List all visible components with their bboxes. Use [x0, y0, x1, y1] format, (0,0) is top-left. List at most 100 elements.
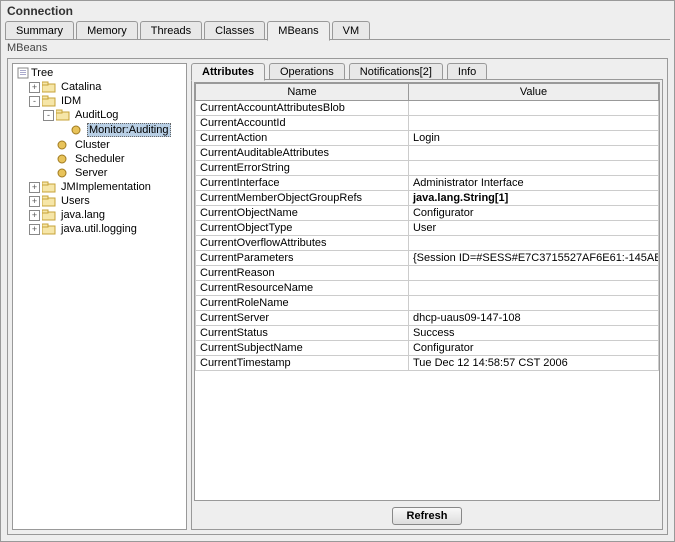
folder-icon: [42, 181, 56, 193]
table-row[interactable]: CurrentMemberObjectGroupRefsjava.lang.St…: [196, 191, 659, 206]
refresh-button[interactable]: Refresh: [392, 507, 463, 525]
attr-value: [408, 101, 658, 116]
tree-icon: [17, 67, 31, 79]
attr-name: CurrentTimestamp: [196, 356, 409, 371]
attr-value: dhcp-uaus09-147-108: [408, 311, 658, 326]
folder-icon: [42, 209, 56, 221]
tree-toggle-icon[interactable]: +: [29, 196, 40, 207]
attr-name: CurrentObjectName: [196, 206, 409, 221]
tree-node-java-lang[interactable]: +java.lang: [15, 208, 184, 222]
attributes-table-scroll[interactable]: Name Value CurrentAccountAttributesBlobC…: [194, 82, 660, 501]
bean-icon: [56, 167, 70, 179]
tree-toggle-icon[interactable]: +: [29, 82, 40, 93]
attr-name: CurrentObjectType: [196, 221, 409, 236]
window-title: Connection: [1, 1, 674, 21]
attr-name: CurrentSubjectName: [196, 341, 409, 356]
tree-node-label: JMImplementation: [59, 181, 153, 193]
attributes-panel: Name Value CurrentAccountAttributesBlobC…: [191, 80, 663, 530]
attr-value: {Session ID=#SESS#E7C3715527AF6E61:-145A…: [408, 251, 658, 266]
attr-value: Success: [408, 326, 658, 341]
tree-toggle-icon[interactable]: +: [29, 182, 40, 193]
tree-root: Tree +Catalina-IDM-AuditLogMonitor:Audit…: [13, 64, 186, 238]
attr-name: CurrentInterface: [196, 176, 409, 191]
tree-root-label: Tree: [31, 67, 53, 79]
table-row[interactable]: CurrentAccountAttributesBlob: [196, 101, 659, 116]
attr-name: CurrentErrorString: [196, 161, 409, 176]
tree-node-catalina[interactable]: +Catalina: [15, 80, 184, 94]
table-row[interactable]: CurrentObjectTypeUser: [196, 221, 659, 236]
tree-node-cluster[interactable]: Cluster: [15, 138, 184, 152]
tree-node-label: IDM: [59, 95, 83, 107]
folder-icon: [42, 95, 56, 107]
tree-toggle-icon[interactable]: +: [29, 224, 40, 235]
table-row[interactable]: CurrentRoleName: [196, 296, 659, 311]
main-tabs: SummaryMemoryThreadsClassesMBeansVM: [1, 21, 674, 40]
attributes-table: Name Value CurrentAccountAttributesBlobC…: [195, 83, 659, 371]
table-row[interactable]: CurrentOverflowAttributes: [196, 236, 659, 251]
refresh-row: Refresh: [192, 503, 662, 529]
attr-name: CurrentOverflowAttributes: [196, 236, 409, 251]
bean-icon: [56, 153, 70, 165]
attr-name: CurrentAccountAttributesBlob: [196, 101, 409, 116]
main-tab-classes[interactable]: Classes: [204, 21, 265, 40]
attr-value: [408, 116, 658, 131]
main-tab-threads[interactable]: Threads: [140, 21, 202, 40]
table-row[interactable]: CurrentInterfaceAdministrator Interface: [196, 176, 659, 191]
main-tab-summary[interactable]: Summary: [5, 21, 74, 40]
main-tab-vm[interactable]: VM: [332, 21, 371, 40]
attr-value: [408, 236, 658, 251]
table-row[interactable]: CurrentParameters{Session ID=#SESS#E7C37…: [196, 251, 659, 266]
attr-value: Login: [408, 131, 658, 146]
attr-name: CurrentStatus: [196, 326, 409, 341]
attr-name: CurrentReason: [196, 266, 409, 281]
table-row[interactable]: CurrentObjectNameConfigurator: [196, 206, 659, 221]
tree-pane: Tree +Catalina-IDM-AuditLogMonitor:Audit…: [12, 63, 187, 530]
table-row[interactable]: CurrentErrorString: [196, 161, 659, 176]
tree-node-users[interactable]: +Users: [15, 194, 184, 208]
tree-node-jmimplementation[interactable]: + JMImplementation: [15, 180, 184, 194]
tree-root-node[interactable]: Tree: [15, 66, 184, 80]
attr-name: CurrentAccountId: [196, 116, 409, 131]
tree-toggle-icon[interactable]: +: [29, 210, 40, 221]
tree-node-label: java.util.logging: [59, 223, 139, 235]
tree-node-label: Cluster: [73, 139, 112, 151]
table-row[interactable]: CurrentReason: [196, 266, 659, 281]
sub-tab-operations[interactable]: Operations: [269, 63, 345, 80]
tree-node-monitor-auditing[interactable]: Monitor:Auditing: [15, 122, 184, 138]
sub-tab-attributes[interactable]: Attributes: [191, 63, 265, 81]
tree-node-server[interactable]: Server: [15, 166, 184, 180]
table-row[interactable]: CurrentStatusSuccess: [196, 326, 659, 341]
panel-title: MBeans: [1, 40, 674, 56]
table-row[interactable]: CurrentSubjectNameConfigurator: [196, 341, 659, 356]
folder-icon: [42, 223, 56, 235]
tree-node-label: AuditLog: [73, 109, 120, 121]
tree-node-scheduler[interactable]: Scheduler: [15, 152, 184, 166]
table-row[interactable]: CurrentActionLogin: [196, 131, 659, 146]
table-row[interactable]: CurrentServerdhcp-uaus09-147-108: [196, 311, 659, 326]
attr-name: CurrentAction: [196, 131, 409, 146]
tree-node-label: Monitor:Auditing: [87, 123, 171, 137]
sub-tab-info[interactable]: Info: [447, 63, 487, 80]
folder-icon: [56, 109, 70, 121]
table-row[interactable]: CurrentAccountId: [196, 116, 659, 131]
main-tab-mbeans[interactable]: MBeans: [267, 21, 329, 41]
sub-tab-notifications[interactable]: Notifications[2]: [349, 63, 443, 80]
table-row[interactable]: CurrentResourceName: [196, 281, 659, 296]
tree-node-auditlog[interactable]: - AuditLog: [15, 108, 184, 122]
main-tab-memory[interactable]: Memory: [76, 21, 138, 40]
tree-toggle-icon[interactable]: -: [43, 110, 54, 121]
table-row[interactable]: CurrentTimestampTue Dec 12 14:58:57 CST …: [196, 356, 659, 371]
sub-tabs: AttributesOperationsNotifications[2]Info: [191, 63, 663, 80]
tree-node-idm[interactable]: - IDM: [15, 94, 184, 108]
content-area: Tree +Catalina-IDM-AuditLogMonitor:Audit…: [7, 58, 668, 535]
right-pane: AttributesOperationsNotifications[2]Info…: [191, 63, 663, 530]
tree-toggle-icon[interactable]: -: [29, 96, 40, 107]
attr-value: [408, 146, 658, 161]
attr-value: [408, 281, 658, 296]
col-header-value[interactable]: Value: [408, 84, 658, 101]
folder-icon: [42, 195, 56, 207]
col-header-name[interactable]: Name: [196, 84, 409, 101]
table-row[interactable]: CurrentAuditableAttributes: [196, 146, 659, 161]
tree-node-java-util-logging[interactable]: + java.util.logging: [15, 222, 184, 236]
bean-icon: [56, 139, 70, 151]
